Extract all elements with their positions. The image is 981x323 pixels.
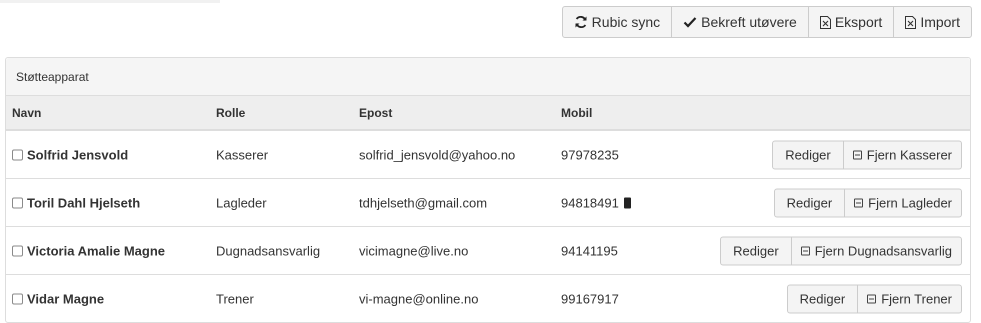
member-email: vi-magne@online.no [359,291,479,306]
member-email: tdhjelseth@gmail.com [359,195,488,210]
excel-file-icon [905,15,917,29]
excel-file-icon [819,15,831,29]
export-label: Eksport [834,14,883,30]
table-row: Victoria Amalie Magne Dugnadsansvarlig v… [6,227,970,275]
member-name-text: Victoria Amalie Magne [27,243,165,258]
row-checkbox[interactable] [12,293,23,304]
table-row: Solfrid Jensvold Kasserer solfrid_jensvo… [6,131,970,179]
member-role: Kasserer [216,147,269,162]
minus-square-icon [867,294,877,303]
remove-role-button[interactable]: Fjern Trener [857,284,962,313]
mobile-phone-icon [623,197,631,208]
row-checkbox[interactable] [12,149,23,160]
member-email: vicimagne@live.no [359,243,469,258]
remove-role-label: Fjern Lagleder [868,195,952,210]
toolbar: Rubic sync Bekreft utøvere Eksport Impor… [561,6,972,38]
remove-role-button[interactable]: Fjern Lagleder [844,188,962,217]
edit-button[interactable]: Rediger [786,284,859,313]
member-name-text: Solfrid Jensvold [27,147,129,162]
member-mobile: 94141195 [561,243,618,258]
rubic-sync-button[interactable]: Rubic sync [561,6,673,38]
remove-role-label: Fjern Trener [881,291,952,306]
import-button[interactable]: Import [893,6,972,38]
member-role: Lagleder [216,195,267,210]
member-role: Dugnadsansvarlig [216,243,321,258]
rubic-sync-label: Rubic sync [591,14,661,30]
import-label: Import [920,14,960,30]
row-checkbox[interactable] [12,245,23,256]
edit-button[interactable]: Rediger [720,236,792,265]
member-name: Vidar Magne [12,291,104,306]
minus-square-icon [854,198,864,207]
row-actions: Rediger Fjern Trener [786,284,962,313]
export-button[interactable]: Eksport [807,6,895,38]
member-name: Solfrid Jensvold [12,147,128,162]
edit-button[interactable]: Rediger [772,140,844,169]
row-actions: Rediger Fjern Kasserer [772,140,962,169]
confirm-athletes-label: Bekreft utøvere [701,14,797,30]
refresh-icon [574,15,588,29]
column-header-role: Rolle [216,105,246,120]
row-checkbox[interactable] [12,197,23,208]
member-name: Victoria Amalie Magne [12,243,165,258]
column-header-email: Epost [359,105,393,120]
table-row: Toril Dahl Hjelseth Lagleder tdhjelseth@… [6,179,970,227]
member-email: solfrid_jensvold@yahoo.no [359,147,516,162]
member-name-text: Vidar Magne [27,291,105,306]
confirm-athletes-button[interactable]: Bekreft utøvere [671,6,809,38]
table-row: Vidar Magne Trener vi-magne@online.no 99… [6,275,970,322]
checkmark-icon [683,15,697,29]
row-actions: Rediger Fjern Lagleder [773,188,962,217]
top-strip [0,0,220,3]
edit-button[interactable]: Rediger [773,188,846,217]
member-mobile-text: 94818491 [561,195,619,210]
remove-role-label: Fjern Kasserer [866,147,952,162]
member-mobile: 97978235 [561,147,619,162]
minus-square-icon [800,246,810,255]
column-header-mobile: Mobil [561,105,593,120]
panel-title: Støtteapparat [6,58,970,96]
minus-square-icon [852,150,862,159]
support-staff-panel: Støtteapparat Navn Rolle Epost Mobil Sol… [5,57,971,323]
row-actions: Rediger Fjern Dugnadsansvarlig [720,236,962,265]
table-header: Navn Rolle Epost Mobil [6,96,970,131]
remove-role-label: Fjern Dugnadsansvarlig [814,243,952,258]
remove-role-button[interactable]: Fjern Kasserer [842,140,962,169]
member-mobile: 99167917 [561,291,619,306]
member-name: Toril Dahl Hjelseth [12,195,140,210]
remove-role-button[interactable]: Fjern Dugnadsansvarlig [790,236,962,265]
member-role: Trener [216,291,254,306]
column-header-name: Navn [12,105,42,120]
member-mobile: 94818491 [561,195,631,210]
member-name-text: Toril Dahl Hjelseth [27,195,141,210]
